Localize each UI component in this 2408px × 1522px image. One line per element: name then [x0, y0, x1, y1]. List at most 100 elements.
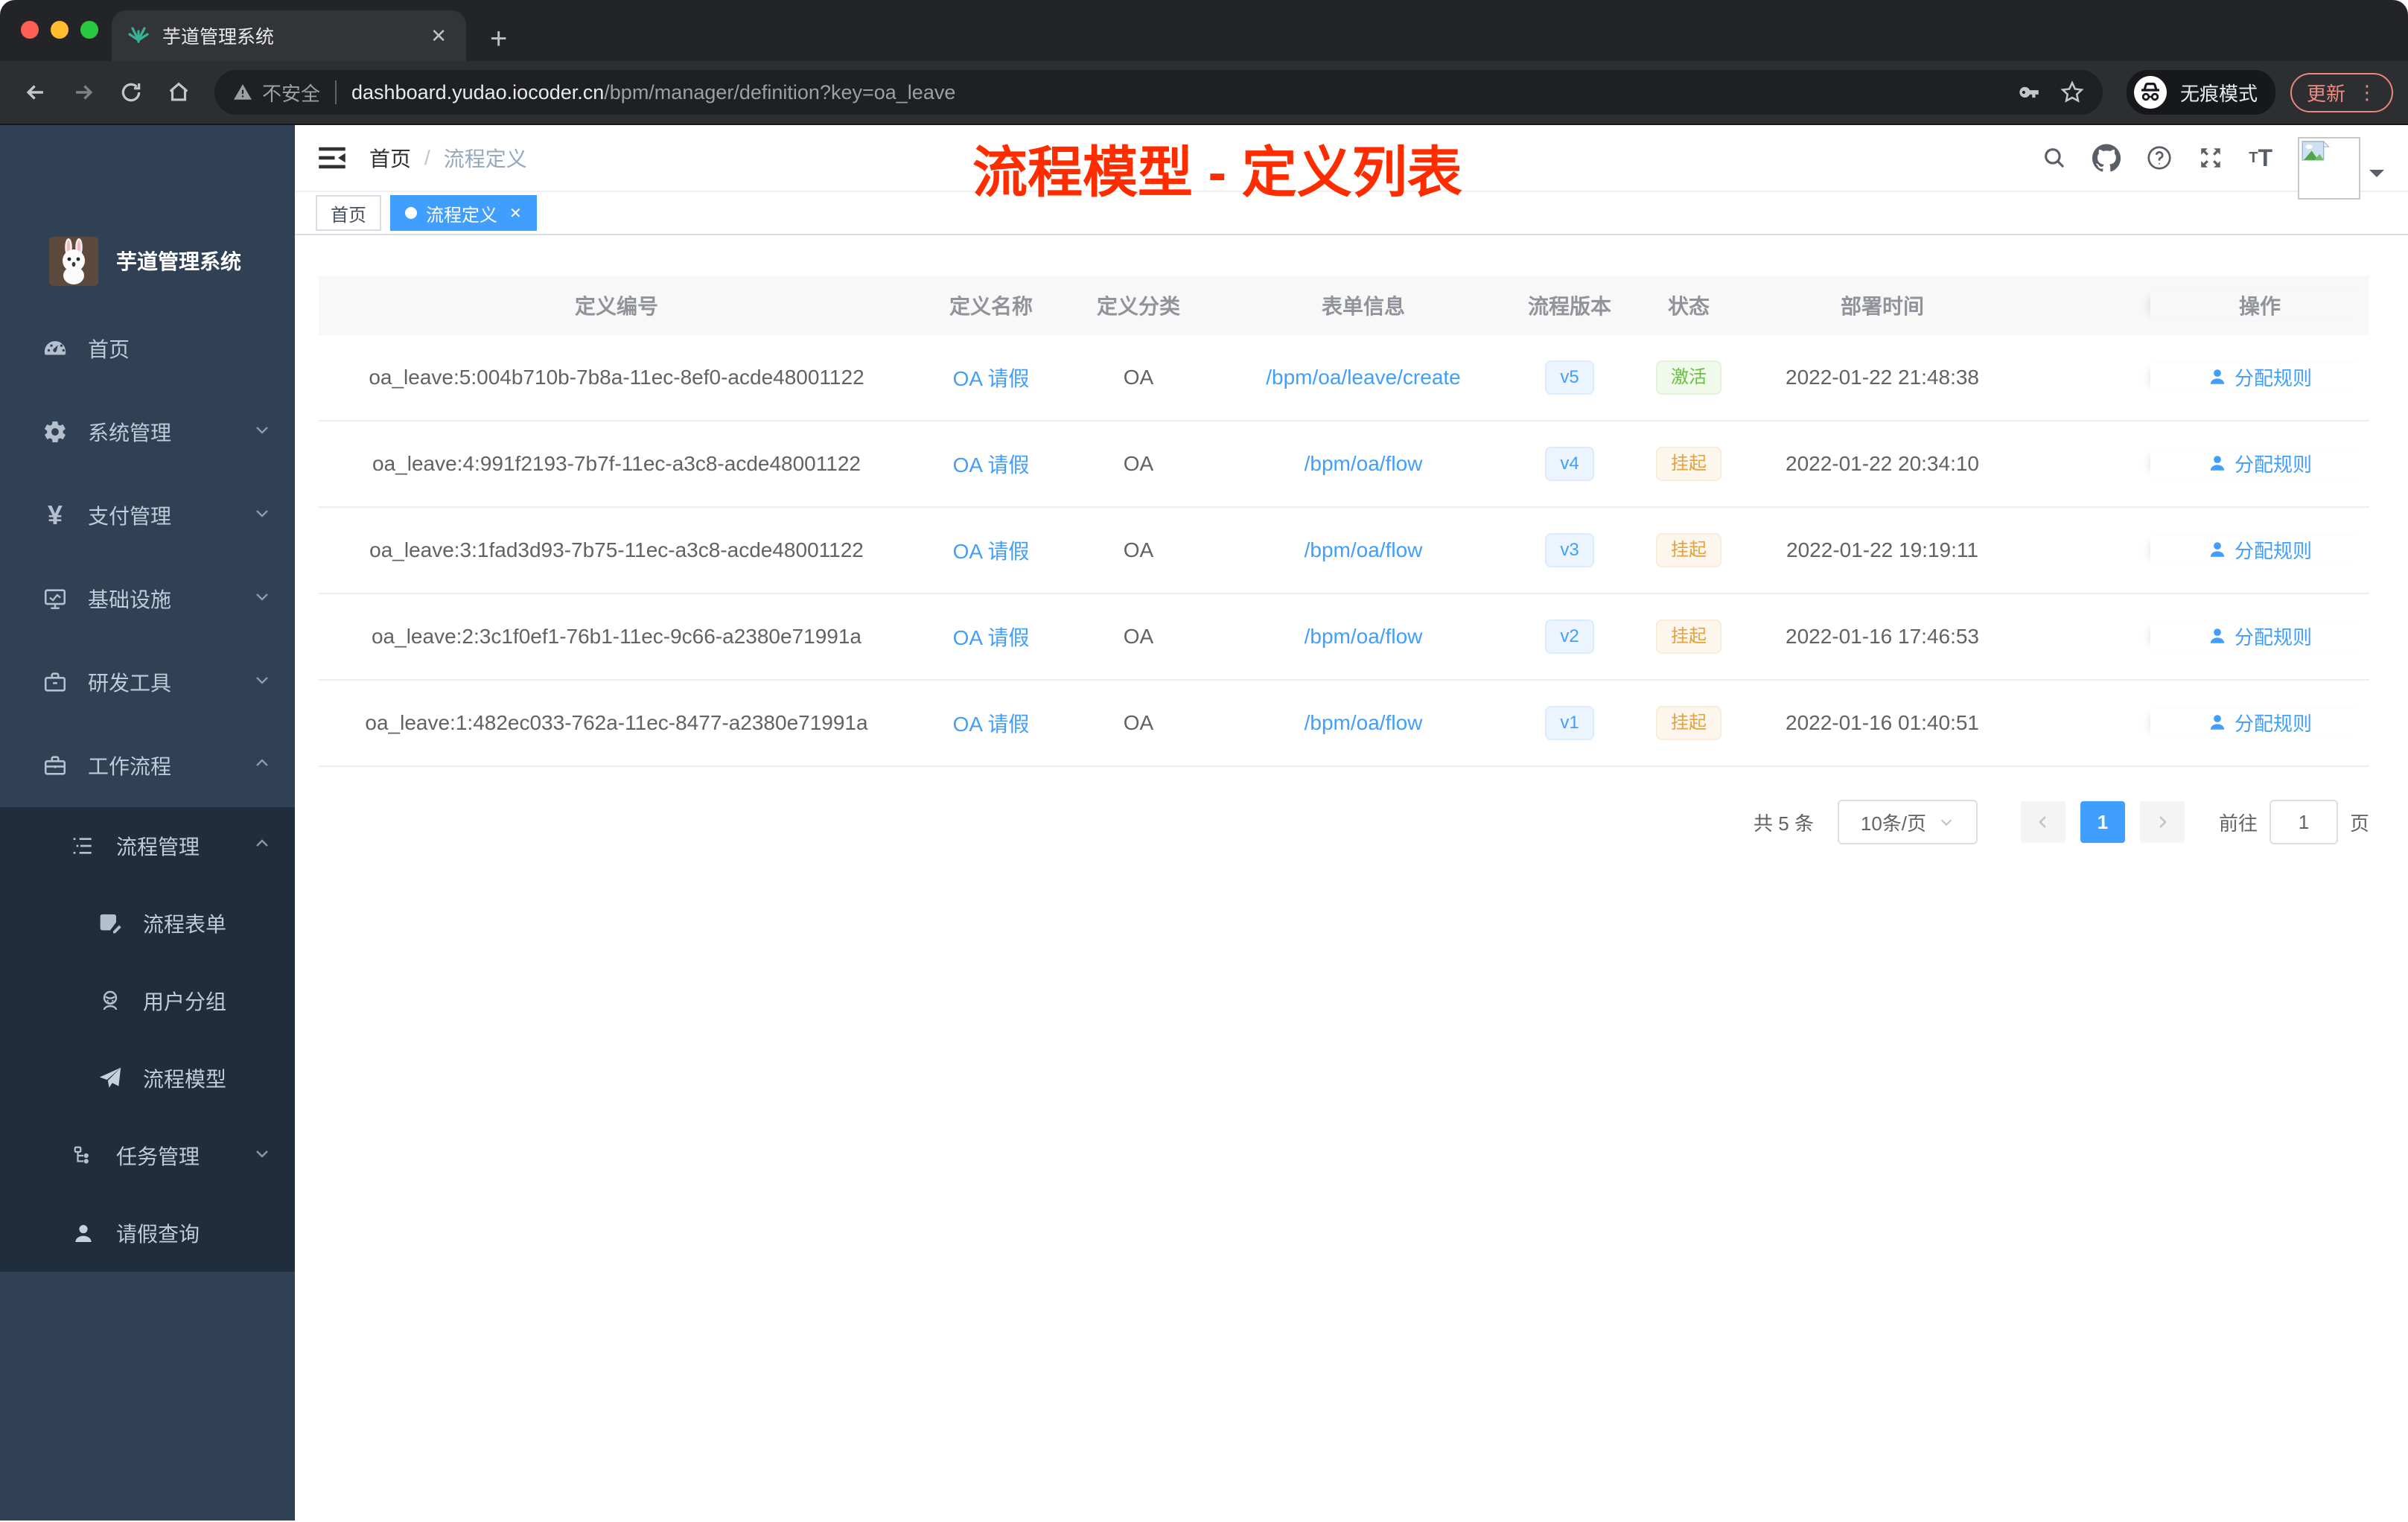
pagination: 共 5 条 10条/页 1 前往 页 — [319, 800, 2369, 844]
assign-rule-link[interactable]: 分配规则 — [2208, 709, 2312, 736]
table-row: oa_leave:3:1fad3d93-7b75-11ec-a3c8-acde4… — [319, 508, 2369, 594]
font-size-icon[interactable]: TT — [2249, 144, 2272, 172]
sidebar-item-process-form[interactable]: 流程表单 — [0, 885, 295, 962]
sidebar: 芋道管理系统 首页 系统管理 ¥ 支付管理 基础设施 研发工具 工作流程 流程管… — [0, 125, 295, 1521]
annotation-title: 流程模型 - 定义列表 — [972, 141, 1462, 203]
form-link[interactable]: /bpm/oa/leave/create — [1266, 366, 1461, 389]
version-badge: v4 — [1545, 447, 1594, 481]
sidebar-item-home[interactable]: 首页 — [0, 307, 295, 390]
definition-name-link[interactable]: OA 请假 — [953, 367, 1030, 390]
table-row: oa_leave:2:3c1f0ef1-76b1-11ec-9c66-a2380… — [319, 594, 2369, 681]
assign-rule-link[interactable]: 分配规则 — [2208, 363, 2312, 391]
warning-icon — [234, 84, 252, 100]
version-badge: v1 — [1545, 706, 1594, 740]
close-window-button[interactable] — [21, 21, 39, 39]
incognito-icon — [2133, 76, 2167, 109]
sidebar-item-workflow[interactable]: 工作流程 — [0, 724, 295, 807]
menu-kebab-icon[interactable]: ⋮ — [2357, 81, 2377, 104]
briefcase-icon — [37, 753, 73, 778]
zoom-window-button[interactable] — [80, 21, 98, 39]
person-icon — [2210, 369, 2225, 384]
browser-tab[interactable]: 芋道管理系统 ✕ — [112, 10, 466, 61]
app-title: 芋道管理系统 — [116, 250, 242, 273]
sidebar-item-infrastructure[interactable]: 基础设施 — [0, 557, 295, 640]
person-icon — [2210, 715, 2225, 730]
tab-close-icon[interactable]: ✕ — [426, 25, 451, 48]
back-icon[interactable] — [15, 71, 57, 113]
user-avatar[interactable] — [2298, 116, 2384, 200]
prev-page-button[interactable] — [2020, 801, 2065, 843]
tag-home[interactable]: 首页 — [316, 195, 381, 231]
address-bar[interactable]: 不安全 dashboard.yudao.iocoder.cn/bpm/manag… — [214, 70, 2103, 115]
key-icon[interactable] — [2016, 80, 2042, 105]
person-icon — [66, 1221, 101, 1245]
sidebar-item-label: 流程管理 — [116, 835, 200, 859]
sidebar-item-label: 流程表单 — [143, 913, 227, 936]
breadcrumb-home[interactable]: 首页 — [369, 143, 411, 173]
search-icon[interactable] — [2042, 145, 2067, 171]
form-link[interactable]: /bpm/oa/flow — [1305, 625, 1423, 648]
chevron-up-icon — [253, 754, 271, 777]
next-page-button[interactable] — [2139, 801, 2185, 843]
toolbox-icon — [37, 669, 73, 695]
app-navbar: 首页 / 流程定义 流程模型 - 定义列表 TT — [295, 125, 2408, 203]
broken-image-avatar — [2298, 137, 2360, 200]
form-link[interactable]: /bpm/oa/flow — [1305, 452, 1423, 475]
col-header-version: 流程版本 — [1527, 295, 1611, 318]
fullscreen-icon[interactable] — [2198, 145, 2223, 171]
sidebar-fold-icon[interactable] — [319, 146, 345, 170]
minimize-window-button[interactable] — [51, 21, 69, 39]
bookmark-star-icon[interactable] — [2060, 80, 2085, 105]
version-badge: v5 — [1545, 360, 1594, 395]
list-icon — [66, 834, 101, 858]
tag-current[interactable]: 流程定义 ✕ — [390, 195, 537, 231]
sidebar-item-system[interactable]: 系统管理 — [0, 390, 295, 474]
chevron-down-icon — [253, 1144, 271, 1168]
person-icon — [2210, 542, 2225, 557]
goto-page-input[interactable] — [2269, 800, 2338, 844]
chevron-left-icon — [2039, 816, 2046, 828]
assign-rule-link[interactable]: 分配规则 — [2208, 536, 2312, 564]
col-header-form: 表单信息 — [1321, 295, 1405, 318]
sidebar-item-task-mgmt[interactable]: 任务管理 — [0, 1117, 295, 1194]
chevron-up-icon — [253, 834, 271, 858]
tag-close-icon[interactable]: ✕ — [509, 204, 522, 223]
form-link[interactable]: /bpm/oa/flow — [1305, 538, 1423, 561]
col-header-name: 定义名称 — [949, 295, 1033, 318]
reload-icon[interactable] — [110, 71, 152, 113]
logo-row[interactable]: 芋道管理系统 — [0, 125, 295, 307]
chevron-right-icon — [2159, 816, 2167, 828]
assign-rule-link[interactable]: 分配规则 — [2208, 623, 2312, 650]
home-icon[interactable] — [158, 71, 200, 113]
form-link[interactable]: /bpm/oa/flow — [1305, 711, 1423, 734]
sidebar-item-leave-query[interactable]: 请假查询 — [0, 1194, 295, 1272]
sidebar-item-label: 请假查询 — [116, 1223, 200, 1246]
forward-icon[interactable] — [63, 71, 104, 113]
sidebar-item-user-group[interactable]: 用户分组 — [0, 962, 295, 1039]
help-icon[interactable] — [2146, 144, 2173, 171]
page-number-current[interactable]: 1 — [2080, 801, 2125, 843]
new-tab-button[interactable]: + — [490, 24, 507, 54]
tree-icon — [66, 1144, 101, 1167]
chevron-down-icon — [253, 420, 271, 444]
goto-label: 前往 — [2218, 812, 2258, 835]
definition-name-link[interactable]: OA 请假 — [953, 626, 1030, 649]
sidebar-item-process-model[interactable]: 流程模型 — [0, 1039, 295, 1117]
assign-rule-link[interactable]: 分配规则 — [2208, 450, 2312, 477]
tab-title: 芋道管理系统 — [162, 27, 275, 48]
definition-name-link[interactable]: OA 请假 — [953, 453, 1030, 477]
sidebar-item-payment[interactable]: ¥ 支付管理 — [0, 474, 295, 557]
logo-avatar — [49, 237, 98, 286]
sidebar-item-process-mgmt[interactable]: 流程管理 — [0, 807, 295, 885]
person-icon — [2210, 628, 2225, 643]
sidebar-item-label: 工作流程 — [88, 755, 172, 778]
page-size-select[interactable]: 10条/页 — [1837, 800, 1978, 844]
status-badge: 挂起 — [1656, 620, 1721, 654]
version-badge: v3 — [1545, 533, 1594, 567]
update-chip[interactable]: 更新 ⋮ — [2290, 72, 2393, 112]
definition-name-link[interactable]: OA 请假 — [953, 713, 1030, 736]
github-icon[interactable] — [2092, 144, 2121, 172]
sidebar-item-devtools[interactable]: 研发工具 — [0, 640, 295, 724]
definition-name-link[interactable]: OA 请假 — [953, 540, 1030, 563]
breadcrumb: 首页 / 流程定义 — [369, 143, 527, 173]
